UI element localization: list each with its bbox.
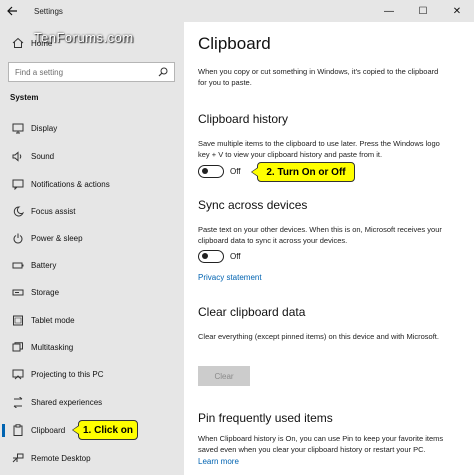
learn-more-link[interactable]: Learn more xyxy=(198,457,239,466)
sidebar-item-label: Multitasking xyxy=(31,342,74,352)
sidebar-item-label: Remote Desktop xyxy=(31,453,91,463)
sidebar-item-label: Clipboard xyxy=(31,425,66,435)
battery-icon xyxy=(9,258,27,272)
sync-heading: Sync across devices xyxy=(198,198,308,212)
remote-desktop-icon xyxy=(9,451,27,465)
search-icon[interactable] xyxy=(155,64,171,80)
pin-description: When Clipboard history is On, you can us… xyxy=(198,434,444,454)
minimize-button[interactable]: — xyxy=(372,0,406,22)
clear-description: Clear everything (except pinned items) o… xyxy=(198,332,439,341)
focus-assist-icon xyxy=(9,204,27,218)
selection-indicator xyxy=(2,424,5,437)
history-toggle-state: Off xyxy=(230,167,241,176)
clipboard-icon xyxy=(9,423,27,437)
sidebar: Home Find a setting System Display Sound… xyxy=(0,22,184,475)
close-button[interactable]: ✕ xyxy=(440,0,474,22)
power-icon xyxy=(9,231,27,245)
watermark: TenForums.com xyxy=(34,30,134,45)
title-bar: Settings — ☐ ✕ xyxy=(0,0,474,22)
sync-toggle-state: Off xyxy=(230,252,241,261)
callout-step-2: 2. Turn On or Off xyxy=(251,162,355,182)
search-placeholder: Find a setting xyxy=(15,67,64,77)
pin-heading: Pin frequently used items xyxy=(198,411,333,425)
main-content: Clipboard When you copy or cut something… xyxy=(184,22,474,475)
sidebar-item-power-sleep[interactable]: Power & sleep xyxy=(0,227,184,249)
callout-arrow xyxy=(72,425,79,435)
sidebar-item-label: Power & sleep xyxy=(31,233,83,243)
sidebar-item-remote-desktop[interactable]: Remote Desktop xyxy=(0,447,184,469)
tablet-icon xyxy=(9,313,27,327)
privacy-statement-link[interactable]: Privacy statement xyxy=(198,273,262,282)
sidebar-item-tablet-mode[interactable]: Tablet mode xyxy=(0,309,184,331)
display-icon xyxy=(9,121,27,135)
multitasking-icon xyxy=(9,340,27,354)
sidebar-item-storage[interactable]: Storage xyxy=(0,281,184,303)
toggle-knob xyxy=(202,253,208,259)
search-input[interactable]: Find a setting xyxy=(8,62,175,82)
sidebar-item-label: Sound xyxy=(31,151,55,161)
callout-arrow xyxy=(251,167,258,177)
maximize-button[interactable]: ☐ xyxy=(406,0,440,22)
clear-button[interactable]: Clear xyxy=(198,366,250,386)
sync-toggle[interactable] xyxy=(198,250,224,263)
callout-step-1: 1. Click on xyxy=(72,420,138,440)
window-controls: — ☐ ✕ xyxy=(372,0,474,22)
clipboard-history-toggle[interactable] xyxy=(198,165,224,178)
sidebar-item-label: Display xyxy=(31,123,58,133)
sidebar-item-label: Projecting to this PC xyxy=(31,369,104,379)
sidebar-item-shared-experiences[interactable]: Shared experiences xyxy=(0,391,184,413)
back-arrow-icon[interactable] xyxy=(0,0,24,22)
page-title: Clipboard xyxy=(198,34,271,53)
sidebar-item-multitasking[interactable]: Multitasking xyxy=(0,336,184,358)
sidebar-item-battery[interactable]: Battery xyxy=(0,254,184,276)
history-heading: Clipboard history xyxy=(198,112,289,126)
history-description: Save multiple items to the clipboard to … xyxy=(198,139,440,159)
sound-icon xyxy=(9,149,27,163)
projecting-icon xyxy=(9,367,27,381)
sidebar-item-focus-assist[interactable]: Focus assist xyxy=(0,200,184,222)
clear-heading: Clear clipboard data xyxy=(198,305,306,319)
sync-description: Paste text on your other devices. When t… xyxy=(198,225,442,245)
callout-step-1-text: 1. Click on xyxy=(82,424,133,436)
section-heading-system: System xyxy=(10,93,39,102)
sidebar-item-label: Shared experiences xyxy=(31,397,103,407)
sidebar-item-notifications[interactable]: Notifications & actions xyxy=(0,173,184,195)
storage-icon xyxy=(9,285,27,299)
sidebar-item-label: Focus assist xyxy=(31,206,76,216)
sidebar-item-display[interactable]: Display xyxy=(0,117,184,139)
shared-experiences-icon xyxy=(9,395,27,409)
sidebar-item-label: Battery xyxy=(31,260,57,270)
sidebar-item-sound[interactable]: Sound xyxy=(0,145,184,167)
sidebar-item-label: Tablet mode xyxy=(31,315,75,325)
toggle-knob xyxy=(202,168,208,174)
sidebar-item-label: Notifications & actions xyxy=(31,179,110,189)
sidebar-item-projecting[interactable]: Projecting to this PC xyxy=(0,363,184,385)
callout-step-2-text: 2. Turn On or Off xyxy=(266,166,346,178)
home-icon xyxy=(9,36,27,50)
notifications-icon xyxy=(9,177,27,191)
intro-text: When you copy or cut something in Window… xyxy=(198,67,439,87)
sidebar-item-label: Storage xyxy=(31,287,60,297)
window-title: Settings xyxy=(34,6,63,16)
